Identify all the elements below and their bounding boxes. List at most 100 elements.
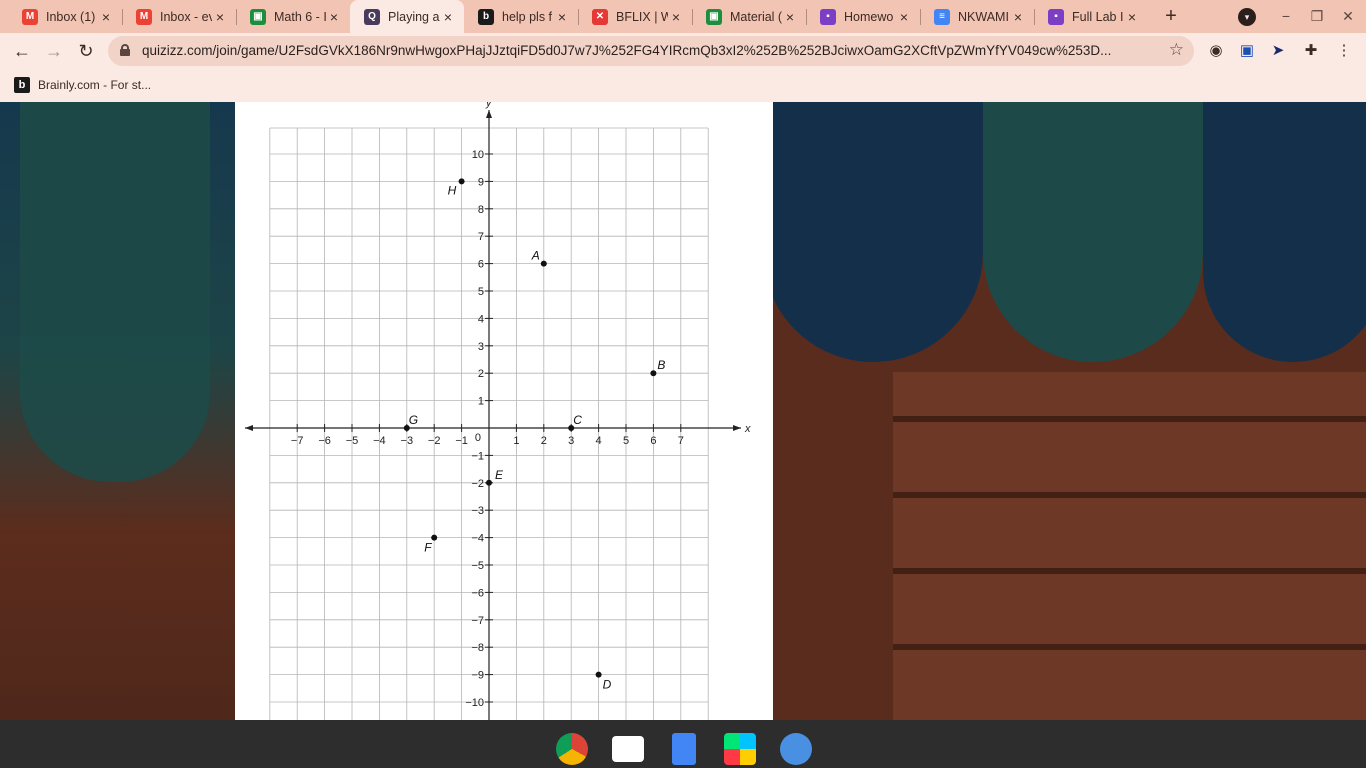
point-f	[431, 534, 438, 541]
tab-label: Math 6 - I	[274, 9, 326, 24]
classroom-icon: ▣	[706, 8, 722, 25]
palette-app-icon[interactable]	[780, 733, 812, 765]
quizizz-game-page: x y −7 −6 −5 −4 −3 −2 −1 1 2 3 4 5 6 7 −10 −9 −8 −7 −6 −5 −4 −3…	[0, 102, 1366, 720]
tab-label: Inbox - ev	[160, 9, 212, 24]
lock-icon	[120, 44, 130, 56]
y-tick-label: 1	[478, 396, 484, 408]
tab-close-icon[interactable]: ×	[326, 9, 342, 25]
bookmark-brainly[interactable]: b Brainly.com - For st...	[14, 76, 151, 94]
classroom-icon: ▣	[250, 8, 266, 25]
tab-close-icon[interactable]: ×	[782, 9, 798, 25]
url-text[interactable]: quizizz.com/join/game/U2FsdGVkX186Nr9nwH…	[142, 36, 1152, 66]
background-curtain	[983, 102, 1203, 362]
tab-9[interactable]: ≡ NKWAMI ×	[920, 0, 1034, 33]
tab-8[interactable]: ▪ Homewo ×	[806, 0, 920, 33]
origin-label: 0	[475, 432, 481, 444]
tab-1[interactable]: M Inbox (1) ×	[8, 0, 122, 33]
tab-label: NKWAMI	[958, 9, 1009, 24]
back-button[interactable]: ←	[10, 39, 34, 63]
brainly-icon: b	[14, 77, 30, 93]
y-tick-label: −2	[471, 478, 484, 490]
brainly-icon: b	[478, 8, 494, 25]
x-tick-label: −7	[291, 435, 304, 447]
screencast-extension-icon[interactable]: ▣	[1237, 41, 1257, 61]
y-tick-label: 4	[478, 313, 484, 325]
tab-close-icon[interactable]: ×	[212, 9, 228, 25]
x-tick-label: 5	[623, 435, 629, 447]
point-label-h: H	[448, 183, 457, 197]
y-tick-label: −7	[471, 615, 484, 627]
y-tick-label: −5	[471, 560, 484, 572]
y-tick-label: 8	[478, 204, 484, 216]
y-tick-label: 10	[472, 149, 484, 161]
tab-7[interactable]: ▣ Material (×	[692, 0, 806, 33]
extensions-puzzle-icon[interactable]: ✚	[1301, 41, 1321, 61]
x-tick-label: −1	[455, 435, 468, 447]
gmail-icon: M	[136, 8, 152, 25]
point-label-d: D	[603, 678, 612, 692]
background-curtain	[1203, 102, 1366, 362]
docs-icon: ≡	[934, 8, 950, 25]
tab-2[interactable]: M Inbox - ev ×	[122, 0, 236, 33]
tab-6[interactable]: ✕ BFLIX | W ×	[578, 0, 692, 33]
new-tab-button[interactable]: +	[1160, 5, 1182, 27]
chrome-app-icon[interactable]	[556, 733, 588, 765]
menu-kebab-icon[interactable]: ⋮	[1334, 41, 1354, 61]
background-curtain-left	[20, 102, 210, 482]
tab-3[interactable]: ▣ Math 6 - I ×	[236, 0, 350, 33]
extension-circle-icon[interactable]: ◉	[1206, 41, 1226, 61]
x-tick-label: 2	[541, 435, 547, 447]
tab-10[interactable]: ▪ Full Lab I ×	[1034, 0, 1148, 33]
tab-4[interactable]: Q Playing a ×	[350, 0, 464, 33]
docs-app-icon[interactable]	[672, 733, 696, 765]
y-tick-label: 5	[478, 286, 484, 298]
point-a	[540, 260, 547, 267]
gmail-app-icon[interactable]	[612, 736, 644, 762]
forward-button[interactable]: →	[42, 39, 66, 63]
y-tick-label: 6	[478, 259, 484, 271]
tab-separator	[920, 9, 921, 25]
tab-close-icon[interactable]: ×	[896, 9, 912, 25]
quizizz-icon: Q	[364, 8, 380, 25]
cursor-extension-icon[interactable]: ➤	[1268, 41, 1288, 61]
background-brick-wall	[893, 372, 1366, 720]
point-label-f: F	[424, 541, 432, 555]
tab-separator	[692, 9, 693, 25]
bookmark-star-icon[interactable]: ☆	[1169, 40, 1184, 60]
y-axis-label: y	[485, 102, 493, 109]
address-bar[interactable]: quizizz.com/join/game/U2FsdGVkX186Nr9nwH…	[108, 36, 1194, 66]
point-e	[486, 479, 492, 486]
point-label-b: B	[657, 358, 665, 372]
tab-close-icon[interactable]: ×	[440, 9, 456, 25]
x-tick-label: −3	[401, 435, 414, 447]
tab-label: Full Lab I	[1072, 9, 1124, 24]
tab-label: Playing a	[388, 9, 440, 24]
play-store-app-icon[interactable]	[724, 733, 756, 765]
tab-label: BFLIX | W	[616, 9, 668, 24]
tab-close-icon[interactable]: ×	[554, 9, 570, 25]
point-label-a: A	[531, 249, 540, 263]
reload-button[interactable]: ↻	[74, 39, 98, 63]
tab-5[interactable]: b help pls f ×	[464, 0, 578, 33]
restore-button[interactable]: ❐	[1306, 6, 1328, 26]
bookmark-label: Brainly.com - For st...	[38, 78, 152, 92]
tab-close-icon[interactable]: ×	[98, 9, 114, 25]
y-tick-label: −3	[471, 505, 484, 517]
tab-separator	[1034, 9, 1035, 25]
minimize-button[interactable]: −	[1275, 6, 1297, 26]
close-window-button[interactable]: ✕	[1337, 6, 1359, 26]
bookmarks-bar: b Brainly.com - For st...	[0, 69, 1366, 102]
point-d	[595, 671, 602, 678]
tab-separator	[236, 9, 237, 25]
tab-label: help pls f	[502, 9, 553, 24]
tab-separator	[806, 9, 807, 25]
tab-close-icon[interactable]: ×	[1124, 9, 1140, 25]
x-axis-label: x	[744, 423, 751, 435]
tab-search-icon[interactable]: ▾	[1238, 8, 1256, 26]
tab-close-icon[interactable]: ×	[1010, 9, 1026, 25]
y-tick-label: −10	[465, 697, 484, 709]
y-tick-label: −1	[471, 450, 484, 462]
tab-close-icon[interactable]: ×	[668, 9, 684, 25]
x-tick-label: 6	[650, 435, 656, 447]
tab-label: Material (	[730, 9, 782, 24]
